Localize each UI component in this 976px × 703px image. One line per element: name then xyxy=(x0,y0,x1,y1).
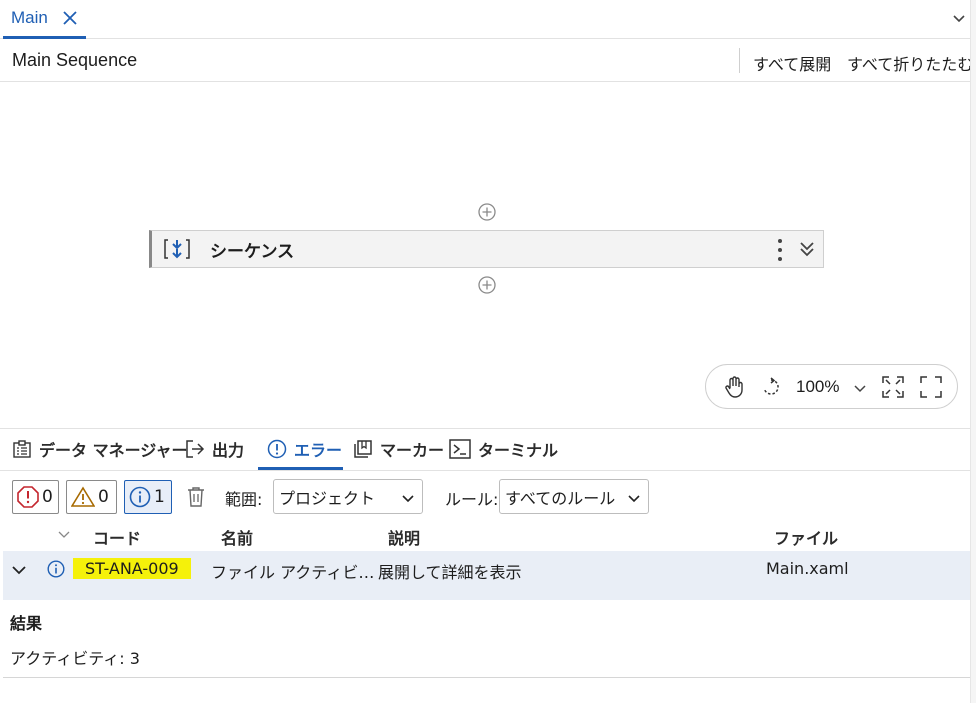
expand-row-chevron-icon[interactable] xyxy=(12,564,26,576)
row-file[interactable]: Main.xaml xyxy=(766,559,849,578)
warning-count: 0 xyxy=(98,487,109,507)
tab-markers-label: マーカー xyxy=(380,441,445,460)
more-options-icon[interactable] xyxy=(777,238,783,262)
column-header-description[interactable]: 説明 xyxy=(388,525,420,549)
warning-filter-toggle[interactable]: 0 xyxy=(66,480,117,514)
double-chevron-down-icon[interactable] xyxy=(799,241,815,257)
zoom-level[interactable]: 100% xyxy=(796,377,839,397)
add-activity-above-icon[interactable] xyxy=(478,203,496,221)
marker-icon xyxy=(354,440,372,458)
row-description: 展開して詳細を表示 xyxy=(378,563,522,582)
scope-select[interactable]: プロジェクト xyxy=(273,479,423,514)
add-activity-below-icon[interactable] xyxy=(478,276,496,294)
reset-zoom-icon[interactable] xyxy=(761,377,781,397)
bottom-panel-tabs: データ マネージャー 出力 エラー マーカー ターミナル xyxy=(0,429,976,471)
tab-terminal[interactable]: ターミナル xyxy=(449,437,558,461)
scope-select-value: プロジェクト xyxy=(279,488,376,508)
error-count: 0 xyxy=(42,487,53,507)
error-circle-icon xyxy=(267,439,287,459)
tab-main-label: Main xyxy=(11,8,48,27)
sequence-icon xyxy=(164,239,190,259)
info-count: 1 xyxy=(154,487,165,507)
activity-label: シーケンス xyxy=(210,241,295,262)
sequence-activity[interactable]: シーケンス xyxy=(149,230,824,268)
result-title: 結果 xyxy=(10,614,43,633)
tab-terminal-label: ターミナル xyxy=(478,441,559,460)
row-code: ST-ANA-009 xyxy=(73,558,191,579)
table-row[interactable]: ST-ANA-009 ファイル アクティビ… 展開して詳細を表示 Main.xa… xyxy=(3,551,970,600)
chevron-down-icon xyxy=(628,495,640,503)
trash-icon[interactable] xyxy=(186,486,206,508)
tab-data-manager[interactable]: データ マネージャー xyxy=(12,437,187,461)
fit-to-screen-icon[interactable] xyxy=(882,376,904,398)
warning-triangle-icon xyxy=(71,486,95,507)
error-octagon-icon xyxy=(17,486,39,508)
vertical-scrollbar[interactable] xyxy=(970,0,976,703)
tab-errors[interactable]: エラー xyxy=(267,437,342,461)
info-circle-icon xyxy=(47,560,65,578)
tab-data-manager-label: データ マネージャー xyxy=(39,441,188,460)
scope-label: 範囲: xyxy=(225,490,263,509)
rule-label: ルール: xyxy=(445,490,499,509)
clipboard-icon xyxy=(13,440,31,458)
info-circle-icon xyxy=(129,486,151,508)
output-arrow-icon xyxy=(186,440,205,458)
tab-errors-label: エラー xyxy=(294,441,343,460)
tab-markers[interactable]: マーカー xyxy=(353,437,444,461)
zoom-dropdown-chevron-icon[interactable] xyxy=(854,382,866,394)
zoom-toolbar: 100% xyxy=(705,364,958,409)
errors-table-header: コード 名前 説明 ファイル xyxy=(3,518,970,551)
sort-chevron-icon[interactable] xyxy=(58,530,70,540)
document-tab-bar: Main xyxy=(0,0,976,39)
rule-select-value: すべてのルール xyxy=(505,488,616,508)
row-name: ファイル アクティビ… xyxy=(211,563,375,582)
error-filter-toggle[interactable]: 0 xyxy=(12,480,59,514)
tab-output[interactable]: 出力 xyxy=(185,437,244,461)
result-detail: アクティビティ: 3 xyxy=(10,649,140,668)
column-header-file[interactable]: ファイル xyxy=(774,525,838,549)
breadcrumb: Main Sequence xyxy=(12,50,138,70)
hand-pan-icon[interactable] xyxy=(724,376,744,398)
chevron-down-icon xyxy=(402,495,414,503)
column-header-name[interactable]: 名前 xyxy=(221,525,253,549)
info-filter-toggle[interactable]: 1 xyxy=(124,480,172,514)
collapse-all-button[interactable]: すべて折りたたむ xyxy=(847,51,973,75)
divider xyxy=(739,48,740,73)
expand-all-button[interactable]: すべて展開 xyxy=(753,51,831,75)
chevron-down-icon[interactable] xyxy=(952,11,966,25)
fullscreen-icon[interactable] xyxy=(920,376,942,398)
tab-output-label: 出力 xyxy=(212,441,245,460)
active-tab-indicator xyxy=(258,467,343,470)
tab-main[interactable]: Main xyxy=(3,0,86,39)
column-header-code[interactable]: コード xyxy=(93,525,141,549)
rule-select[interactable]: すべてのルール xyxy=(499,479,649,514)
divider xyxy=(3,677,970,678)
close-icon[interactable] xyxy=(62,10,78,26)
designer-header: Main Sequence すべて展開 すべて折りたたむ xyxy=(0,39,976,82)
terminal-icon xyxy=(449,439,471,459)
